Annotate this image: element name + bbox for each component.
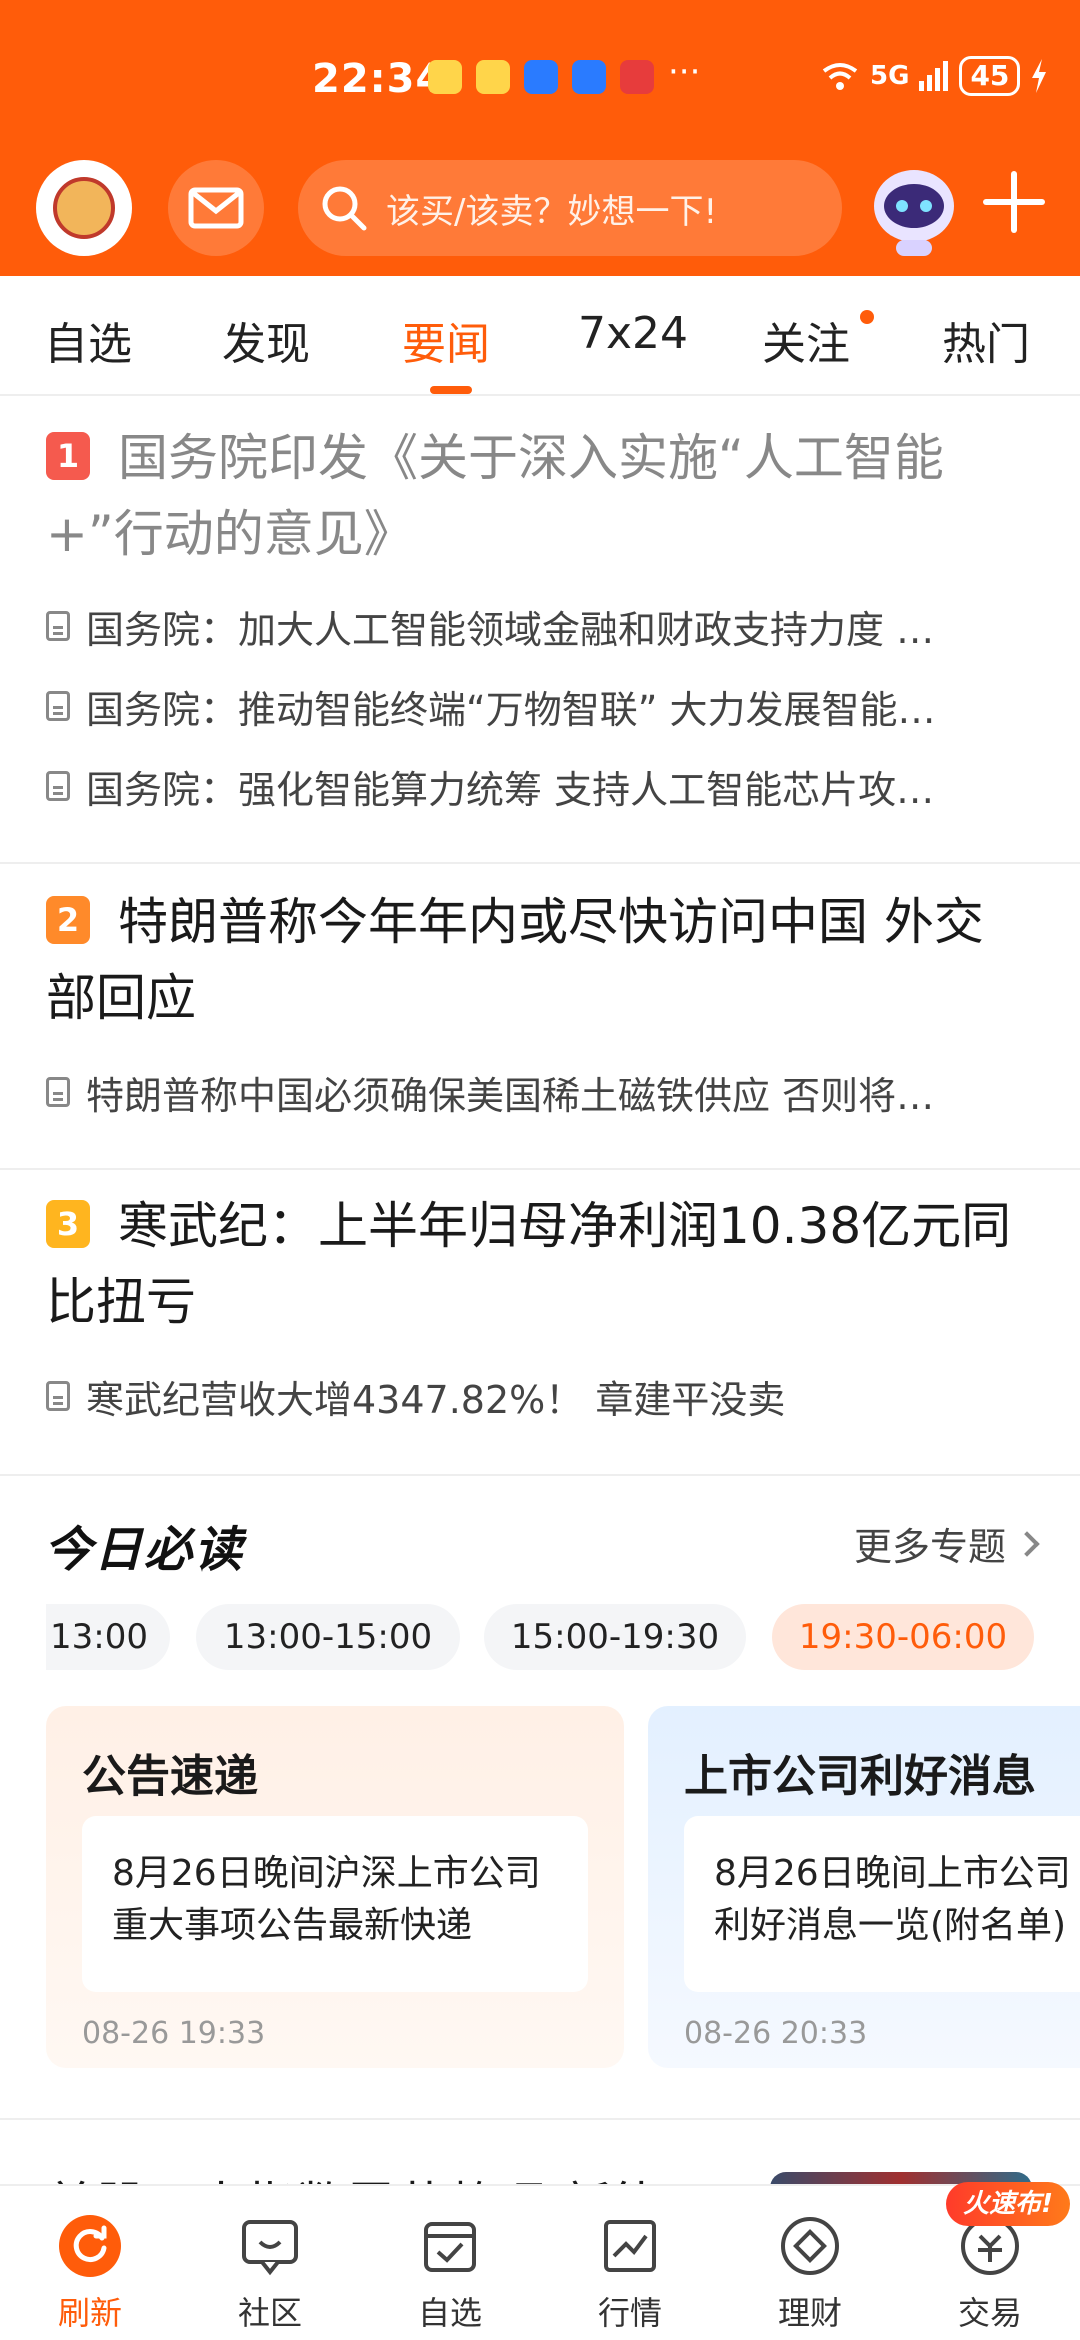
active-tab-indicator — [430, 386, 472, 394]
new-dot-badge — [860, 310, 874, 324]
wealth-icon — [781, 2217, 839, 2275]
document-icon — [46, 691, 70, 721]
nav-label: 社区 — [237, 2294, 302, 2332]
weibo-icon — [476, 60, 510, 94]
message-button[interactable] — [168, 160, 264, 256]
time-chip[interactable]: 13:00-15:00 — [196, 1604, 460, 1670]
nav-watchlist[interactable]: 自选 — [380, 2214, 520, 2334]
related-link-text: 国务院：强化智能算力统筹 支持人工智能芯片攻… — [86, 767, 935, 812]
tab-yaowen[interactable]: 要闻 — [402, 308, 490, 372]
related-link-text: 国务院：推动智能终端“万物智联” 大力发展智能… — [86, 687, 936, 732]
add-icon[interactable] — [982, 170, 1046, 234]
app-icon — [572, 60, 606, 94]
nav-label: 自选 — [417, 2294, 482, 2332]
category-tabs: 自选 发现 要闻 7x24 关注 热门 — [0, 276, 1080, 396]
news-title-text: 国务院印发《关于深入实施“人工智能+”行动的意见》 — [46, 429, 944, 563]
card-body: 8月26日晚间沪深上市公司重大事项公告最新快递 — [82, 1816, 588, 1992]
card-title: 上市公司利好消息 — [684, 1751, 1036, 1802]
header-bar: 22:34 ··· 5G 45 该买/该卖？妙想一下! — [0, 0, 1080, 276]
status-right: 5G 45 — [820, 56, 1048, 96]
divider — [0, 1168, 1080, 1170]
card-time: 08-26 20:33 — [684, 2016, 868, 2051]
more-notifications-icon: ··· — [668, 52, 701, 92]
news-title-text: 特朗普称今年年内或尽快访问中国 外交部回应 — [46, 893, 984, 1027]
avatar-image — [53, 177, 115, 239]
related-link-text: 寒武纪营收大增4347.82%！ 章建平没卖 — [86, 1377, 786, 1422]
tab-zixuan[interactable]: 自选 — [44, 308, 132, 372]
bottom-navigation: 刷新 社区 自选 行情 理财 交易 — [0, 2184, 1080, 2340]
nav-label: 行情 — [597, 2294, 662, 2332]
nav-label: 理财 — [777, 2294, 842, 2332]
document-icon — [46, 1381, 70, 1411]
nav-trade[interactable]: 交易 — [920, 2214, 1060, 2334]
document-icon — [46, 611, 70, 641]
topic-card[interactable]: 上市公司利好消息 8月26日晚间上市公司利好消息一览(附名单) 08-26 20… — [648, 1706, 1080, 2068]
charging-icon — [1032, 59, 1047, 93]
news-title[interactable]: 1 国务院印发《关于深入实施“人工智能+”行动的意见》 — [46, 420, 1026, 572]
news-title[interactable]: 3 寒武纪：上半年归母净利润10.38亿元同比扭亏 — [46, 1188, 1026, 1340]
notification-icons — [428, 60, 654, 94]
tab-remen[interactable]: 热门 — [942, 308, 1030, 372]
divider — [0, 2118, 1080, 2120]
card-title: 公告速递 — [82, 1751, 258, 1802]
divider — [0, 1474, 1080, 1476]
promo-badge[interactable]: 火速布! — [946, 2182, 1070, 2226]
related-link-text: 特朗普称中国必须确保美国稀土磁铁供应 否则将… — [86, 1073, 935, 1118]
more-topics-label: 更多专题 — [853, 1525, 1006, 1569]
chart-icon — [604, 2220, 656, 2272]
chevron-right-icon — [1014, 1530, 1040, 1557]
nav-refresh[interactable]: 刷新 — [20, 2214, 160, 2334]
refresh-icon — [59, 2215, 121, 2277]
topic-card[interactable]: 公告速递 8月26日晚间沪深上市公司重大事项公告最新快递 08-26 19:33 — [46, 1706, 624, 2068]
user-avatar[interactable] — [36, 160, 132, 256]
app-icon — [620, 60, 654, 94]
status-bar: 22:34 ··· 5G 45 — [0, 52, 1080, 108]
nav-wealth[interactable]: 理财 — [740, 2214, 880, 2334]
search-placeholder: 该买/该卖？妙想一下! — [386, 191, 718, 232]
network-type: 5G — [870, 61, 910, 91]
rank-badge: 3 — [46, 1200, 90, 1248]
tab-guanzhu[interactable]: 关注 — [762, 308, 850, 372]
time-chip[interactable]: 15:00-19:30 — [484, 1604, 746, 1670]
time-chip[interactable]: 13:00 — [46, 1604, 170, 1670]
community-icon — [242, 2220, 298, 2276]
weibo-icon — [428, 60, 462, 94]
ai-robot-icon[interactable] — [862, 156, 966, 260]
card-body: 8月26日晚间上市公司利好消息一览(附名单) — [684, 1816, 1080, 1992]
more-topics-link[interactable]: 更多专题 — [853, 1516, 1040, 1571]
news-title[interactable]: 2 特朗普称今年年内或尽快访问中国 外交部回应 — [46, 884, 1026, 1036]
signal-icon — [919, 61, 949, 91]
time-chip-active[interactable]: 19:30-06:00 — [772, 1604, 1034, 1670]
search-bar[interactable]: 该买/该卖？妙想一下! — [298, 160, 842, 256]
search-icon — [322, 186, 367, 231]
related-link[interactable]: 特朗普称中国必须确保美国稀土磁铁供应 否则将… — [46, 1062, 1026, 1122]
related-link[interactable]: 国务院：推动智能终端“万物智联” 大力发展智能… — [46, 676, 1026, 736]
news-title-text: 寒武纪：上半年归母净利润10.38亿元同比扭亏 — [46, 1197, 1012, 1331]
document-icon — [46, 1077, 70, 1107]
alipay-icon — [524, 60, 558, 94]
rank-badge: 2 — [46, 896, 90, 944]
related-link[interactable]: 国务院：强化智能算力统筹 支持人工智能芯片攻… — [46, 756, 1026, 816]
nav-market[interactable]: 行情 — [560, 2214, 700, 2334]
mail-icon — [188, 187, 244, 229]
related-link[interactable]: 寒武纪营收大增4347.82%！ 章建平没卖 — [46, 1366, 1026, 1426]
related-link[interactable]: 国务院：加大人工智能领域金融和财政支持力度 … — [46, 596, 1026, 656]
status-time: 22:34 — [312, 56, 445, 102]
rank-badge: 1 — [46, 432, 90, 480]
divider — [0, 862, 1080, 864]
today-must-read-title: 今日必读 — [44, 1522, 245, 1578]
tab-7x24[interactable]: 7x24 — [578, 308, 688, 359]
nav-label: 交易 — [957, 2294, 1022, 2332]
wifi-icon — [822, 63, 858, 90]
related-link-text: 国务院：加大人工智能领域金融和财政支持力度 … — [86, 607, 935, 652]
document-icon — [46, 771, 70, 801]
battery-level: 45 — [959, 56, 1021, 96]
tab-faxian[interactable]: 发现 — [222, 308, 310, 372]
nav-label: 刷新 — [57, 2294, 122, 2332]
card-time: 08-26 19:33 — [82, 2016, 266, 2051]
watchlist-icon — [424, 2222, 476, 2272]
nav-community[interactable]: 社区 — [200, 2214, 340, 2334]
